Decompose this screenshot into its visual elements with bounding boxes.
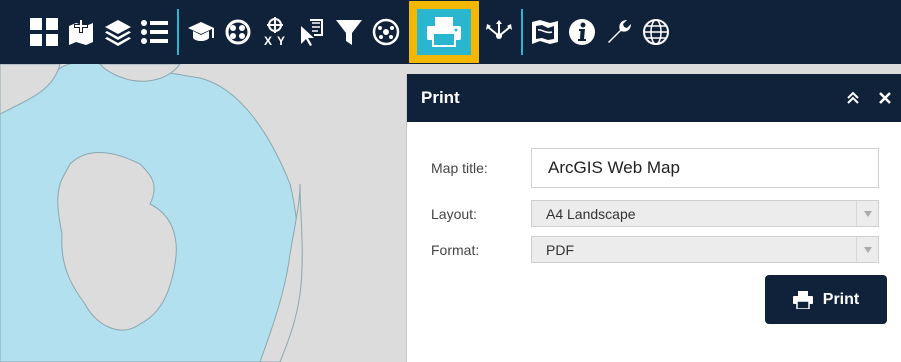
coordinate-button[interactable]: X Y bbox=[258, 0, 292, 64]
layout-label: Layout: bbox=[431, 205, 477, 222]
apps-grid-icon bbox=[30, 18, 58, 46]
add-data-icon bbox=[69, 19, 93, 45]
bookmark-button[interactable] bbox=[528, 0, 562, 64]
close-icon bbox=[879, 92, 891, 104]
print-button[interactable]: Print bbox=[765, 275, 887, 324]
info-icon bbox=[569, 19, 595, 45]
filter-icon bbox=[336, 20, 362, 45]
toolbar-separator bbox=[177, 9, 179, 55]
panel-title: Print bbox=[421, 88, 460, 107]
share-button[interactable] bbox=[482, 0, 516, 64]
collapse-panel-button[interactable] bbox=[837, 74, 869, 122]
globe-button[interactable] bbox=[639, 0, 673, 64]
filter-button[interactable] bbox=[332, 0, 366, 64]
bookmark-map-icon bbox=[532, 20, 558, 44]
legend-button[interactable] bbox=[138, 0, 172, 64]
coordinate-xy-icon: X Y bbox=[264, 17, 285, 47]
print-tool-button[interactable] bbox=[409, 1, 479, 63]
format-label: Format: bbox=[431, 241, 480, 258]
about-button[interactable] bbox=[565, 0, 599, 64]
printer-icon bbox=[792, 290, 813, 309]
close-panel-button[interactable] bbox=[869, 74, 901, 122]
map-title-label: Map title: bbox=[431, 160, 488, 176]
layout-select-value: A4 Landscape bbox=[546, 205, 636, 222]
print-tool-highlight bbox=[417, 9, 471, 55]
globe-icon bbox=[643, 19, 669, 45]
map-title-input[interactable]: ArcGIS Web Map bbox=[531, 148, 879, 188]
layers-icon bbox=[105, 20, 131, 46]
format-select[interactable]: PDF bbox=[531, 236, 879, 263]
analysis-button[interactable] bbox=[221, 0, 255, 64]
double-chevron-up-icon bbox=[847, 91, 859, 104]
dropdown-arrow-icon bbox=[856, 201, 878, 226]
select-button[interactable] bbox=[295, 0, 329, 64]
settings-button[interactable] bbox=[602, 0, 636, 64]
toolbar-separator bbox=[521, 9, 523, 55]
apps-grid-button[interactable] bbox=[27, 0, 61, 64]
layout-select[interactable]: A4 Landscape bbox=[531, 200, 879, 227]
situation-awareness-icon bbox=[372, 18, 400, 46]
settings-wrench-icon bbox=[608, 20, 631, 43]
situation-awareness-button[interactable] bbox=[369, 0, 403, 64]
print-button-label: Print bbox=[822, 290, 860, 308]
basemap-gallery-icon bbox=[188, 22, 214, 41]
select-icon bbox=[301, 19, 323, 46]
print-panel: Print Map title: ArcGIS Web Map Layout: … bbox=[406, 74, 901, 362]
dropdown-arrow-icon bbox=[856, 237, 878, 262]
analysis-icon bbox=[225, 19, 251, 45]
add-data-button[interactable] bbox=[64, 0, 98, 64]
format-select-value: PDF bbox=[546, 241, 574, 258]
print-icon bbox=[427, 17, 461, 47]
map-title-row: Map title: ArcGIS Web Map bbox=[431, 148, 879, 188]
layers-button[interactable] bbox=[101, 0, 135, 64]
svg-text:Y: Y bbox=[277, 34, 285, 47]
share-icon bbox=[486, 20, 512, 39]
basemap-gallery-button[interactable] bbox=[184, 0, 218, 64]
legend-list-icon bbox=[141, 20, 168, 44]
main-toolbar: X Y bbox=[0, 0, 901, 64]
svg-text:X: X bbox=[264, 34, 272, 47]
layout-row: Layout: A4 Landscape bbox=[431, 200, 879, 227]
print-panel-header: Print bbox=[407, 74, 901, 122]
format-row: Format: PDF bbox=[431, 236, 879, 263]
